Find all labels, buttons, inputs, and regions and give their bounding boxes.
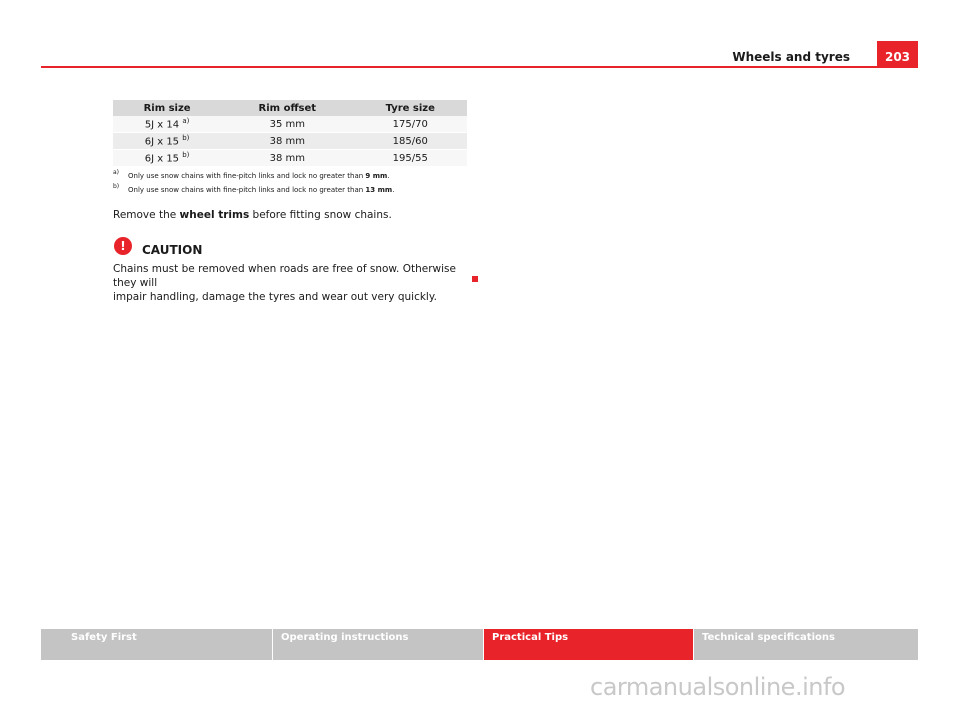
footer-tabs: Safety First Operating instructions Prac… [41,629,918,660]
footnote-text: Only use snow chains with fine-pitch lin… [128,172,366,180]
footnote-mark: a) [113,169,120,176]
cell-rim-offset: 35 mm [221,116,354,133]
section-end-marker [472,276,478,282]
footnote: b) Only use snow chains with fine-pitch … [113,183,395,194]
cell-rim-size: 6J x 15 b) [113,149,222,167]
cell-tyre-size: 185/60 [353,132,467,150]
rim-tyre-table: Rim size Rim offset Tyre size 5J x 14 a)… [113,100,467,167]
footnote-mark: b) [113,183,120,190]
table-row: 5J x 14 a) 35 mm 175/70 [113,116,467,133]
footnote-ref: b) [182,151,190,160]
table-header-row: Rim size Rim offset Tyre size [113,100,467,116]
cell-rim-offset: 38 mm [221,149,354,167]
table-row: 6J x 15 b) 38 mm 185/60 [113,132,467,150]
table-row: 6J x 15 b) 38 mm 195/55 [113,149,467,167]
cell-rim-size: 5J x 14 a) [113,116,222,133]
footnote-value: 13 mm [365,186,393,194]
instruction-emphasis: wheel trims [179,209,250,221]
caution-icon: ! [114,237,132,255]
footnote: a) Only use snow chains with fine-pitch … [113,169,390,180]
cell-rim-offset: 38 mm [221,132,354,150]
footnote-ref: b) [182,134,190,143]
footnotes: a) Only use snow chains with fine-pitch … [113,169,395,200]
page-number: 203 [884,49,911,64]
footnote-value: 9 mm [365,172,388,180]
col-rim-size: Rim size [113,100,222,116]
instruction-text: Remove the wheel trims before fitting sn… [113,209,392,221]
cell-rim-size: 6J x 15 b) [113,132,222,150]
caution-text: Chains must be removed when roads are fr… [113,263,456,303]
watermark: carmanualsonline.info [590,673,846,701]
tab-safety-first[interactable]: Safety First [41,629,273,660]
footnote-ref: a) [182,117,190,126]
cell-tyre-size: 195/55 [353,149,467,167]
col-tyre-size: Tyre size [353,100,467,116]
col-rim-offset: Rim offset [221,100,354,116]
page-number-badge: 203 [877,41,918,68]
tab-practical-tips[interactable]: Practical Tips [484,629,694,660]
section-title: Wheels and tyres [732,50,850,64]
tab-technical-specifications[interactable]: Technical specifications [694,629,918,660]
cell-tyre-size: 175/70 [353,116,467,133]
footnote-text: Only use snow chains with fine-pitch lin… [128,186,366,194]
caution-title: CAUTION [142,243,203,257]
header-rule [41,66,918,68]
tab-operating-instructions[interactable]: Operating instructions [273,629,484,660]
